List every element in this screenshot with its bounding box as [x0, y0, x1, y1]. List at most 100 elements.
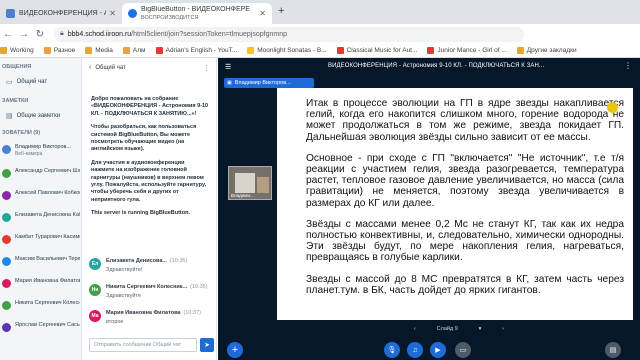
folder-icon — [0, 47, 7, 54]
notes-icon: ▤ — [6, 113, 13, 120]
users-section-header: ЗОВАТЕЛИ (9) — [2, 130, 41, 136]
chat-header[interactable]: ‹ Общий чат — [89, 64, 126, 71]
chat-message-body: Елизавета Денисова... (10:35) Здравствуйт… — [106, 258, 187, 273]
avatar — [2, 169, 11, 178]
chat-message: Ни Никита Сергеевич Колесник... (10:35) З… — [89, 284, 213, 299]
user-list-item[interactable]: Ярослав Сергеевич Саськин — [2, 322, 80, 332]
chat-message-text: Здравствуйте! — [106, 267, 143, 273]
close-icon[interactable]: ✕ — [259, 9, 266, 18]
user-name: Максим Васильевич Терех — [15, 256, 80, 262]
public-chat-label: Общий чат — [16, 79, 48, 85]
user-list-item[interactable]: Камбат Турарович Касимова — [2, 234, 80, 244]
browser-tab-1[interactable]: ВИДЕОКОНФЕРЕНЦИЯ - Астро ✕ — [0, 3, 122, 24]
user-list-item[interactable]: Александр Сергеевич Шангарев — [2, 168, 80, 178]
tab-title-text: BigBlueButton - ВИДЕОКОНФЕРЕ — [141, 5, 250, 13]
webcam-video[interactable]: Владими... — [228, 166, 272, 200]
webcam-icon: ▣ — [227, 80, 232, 86]
slide-paragraph: Основное - при сходе с ГП "включается" "… — [306, 152, 624, 209]
chat-message-input[interactable]: Отправить сообщение Общий чат — [89, 338, 197, 352]
presenter-name: Владимир Викторов... — [234, 80, 291, 86]
chat-message-author: Мария Ивановна Филатова (10:37) — [106, 310, 201, 316]
chat-message-body: Никита Сергеевич Колесник... (10:35) Здра… — [106, 284, 208, 299]
avatar — [2, 235, 11, 244]
mute-button[interactable]: 🎙︎ — [384, 342, 400, 358]
presenter-webcam-tab[interactable]: ▣ Владимир Викторов... — [224, 78, 314, 88]
bbb-app: ОБЩЕНИЯ ▭ Общий чат ЗАМЕТКИ ▤ Общие заме… — [0, 58, 640, 360]
bookmark-label: Adrian's English - YouT... — [165, 47, 238, 54]
send-message-button[interactable]: ➤ — [200, 338, 214, 352]
bookmark-label: Working — [10, 47, 34, 54]
user-name: Мария Ивановна Филатова — [15, 278, 80, 284]
close-icon[interactable]: ✕ — [109, 9, 116, 18]
presentation-restore-button[interactable]: ▤ — [605, 342, 621, 358]
chat-message-author: Никита Сергеевич Колесник... (10:35) — [106, 284, 208, 290]
chevron-right-icon[interactable]: › — [502, 326, 504, 332]
welcome-message: Добро пожаловать на собрание «ВИДЕОКОНФЕ… — [91, 96, 209, 224]
meeting-title: ВИДЕОКОНФЕРЕНЦИЯ - Астрономия 9-10 КЛ. -… — [328, 63, 545, 69]
more-options-icon[interactable]: ⋮ — [203, 64, 210, 72]
url-input[interactable]: 🔒︎ bbb4.schod.iiroon.ru /html5client/joi… — [54, 26, 524, 42]
share-screen-button[interactable]: ▭ — [455, 342, 471, 358]
forward-icon[interactable]: → — [16, 29, 32, 40]
slide-paragraph: Звезды с массой до 8 МС превратятся в КГ… — [306, 273, 624, 296]
bookmark-junior-mance[interactable]: Junior Mance - Girl of ... — [427, 47, 507, 54]
user-list-item[interactable]: Никита Сергеевич Колесникин — [2, 300, 80, 310]
webcam-video-frame — [257, 177, 269, 193]
new-tab-button[interactable]: + — [278, 5, 284, 17]
public-chat-link[interactable]: ▭ Общий чат — [6, 78, 47, 86]
back-icon[interactable]: ← — [0, 29, 16, 40]
user-list-item[interactable]: Мария Ивановна Филатова — [2, 278, 80, 288]
user-list-item[interactable]: Владимир Викторов... Веб-камера — [2, 144, 80, 158]
bookmark-media[interactable]: Media — [85, 47, 113, 54]
folder-icon — [122, 47, 130, 54]
folder-icon — [85, 47, 93, 54]
chevron-down-icon: ▾ — [478, 325, 482, 332]
url-path: /html5client/join?sessionToken=tlmuepjso… — [131, 30, 288, 38]
user-name: Никита Сергеевич Колесникин — [15, 300, 80, 306]
shared-notes-link[interactable]: ▤ Общие заметки — [6, 112, 60, 120]
bookmark-label: Алм — [132, 47, 146, 54]
user-name: Алексей Павлович Кобков — [15, 190, 80, 196]
more-options-icon[interactable]: ⋮ — [624, 61, 632, 70]
bbb-favicon-icon — [6, 9, 15, 18]
avatar: Ни — [89, 284, 101, 296]
user-list-item[interactable]: Алексей Павлович Кобков — [2, 190, 80, 200]
leave-audio-button[interactable]: ♫ — [407, 342, 423, 358]
user-list-item[interactable]: Максим Васильевич Терех — [2, 256, 80, 266]
webcam-user-label: Владими... — [231, 193, 254, 198]
bookmark-classical[interactable]: Classical Music for Aut... — [336, 47, 417, 54]
bookmark-moonlight[interactable]: Moonlight Sonatas - B... — [247, 47, 327, 54]
slide-paragraph: Итак в процессе эволюции на ГП в ядре зв… — [306, 98, 624, 143]
bookmark-raznoe[interactable]: Разное — [43, 47, 75, 54]
user-list-toggle-icon[interactable]: ☰ — [225, 63, 231, 71]
notes-section-header: ЗАМЕТКИ — [2, 98, 29, 104]
chat-message-text: Здравствуйте — [106, 293, 141, 299]
author-name: Елизавета Денисова... — [106, 258, 167, 264]
presentation-area: ☰ ВИДЕОКОНФЕРЕНЦИЯ - Астрономия 9-10 КЛ.… — [218, 58, 640, 360]
actions-button[interactable]: + — [227, 342, 243, 358]
message-time: (10:35) — [190, 284, 208, 290]
share-webcam-button[interactable]: ▶ — [430, 342, 446, 358]
message-time: (10:35) — [169, 258, 188, 264]
bookmark-working[interactable]: Working — [0, 47, 34, 54]
welcome-line: Добро пожаловать на собрание «ВИДЕОКОНФЕ… — [91, 96, 209, 117]
avatar — [2, 257, 11, 266]
avatar — [2, 279, 11, 288]
chat-message-body: Мария Ивановна Филатова (10:37) второе — [106, 310, 201, 325]
reload-icon[interactable]: ↻ — [32, 29, 48, 40]
presenter-cursor — [607, 102, 618, 113]
presentation-slide: Итак в процессе эволюции на ГП в ядре зв… — [277, 88, 633, 320]
chevron-left-icon[interactable]: ‹ — [414, 326, 416, 332]
welcome-line: Для участия в аудиоконференции нажмите н… — [91, 159, 207, 203]
slide-number[interactable]: Слайд 9 — [437, 326, 458, 332]
microphone-icon: 🎙︎ — [387, 347, 397, 354]
meeting-controls: + 🎙︎ ♫ ▶ ▭ ▤ — [218, 338, 640, 360]
welcome-line: This server is running BigBlueButton. — [91, 210, 191, 217]
browser-tab-2[interactable]: BigBlueButton - ВИДЕОКОНФЕРЕ ВОСПРОИЗВОД… — [122, 3, 272, 24]
user-name-text: Владимир Викторов... — [15, 144, 72, 150]
bookmark-label: Другие закладки — [526, 47, 577, 54]
user-list-item[interactable]: Елизавета Денисовна Кабарова — [2, 212, 80, 222]
bookmark-alm[interactable]: Алм — [122, 47, 146, 54]
bookmark-other[interactable]: Другие закладки — [516, 47, 577, 54]
bookmark-adrians-english[interactable]: Adrian's English - YouT... — [155, 47, 238, 54]
